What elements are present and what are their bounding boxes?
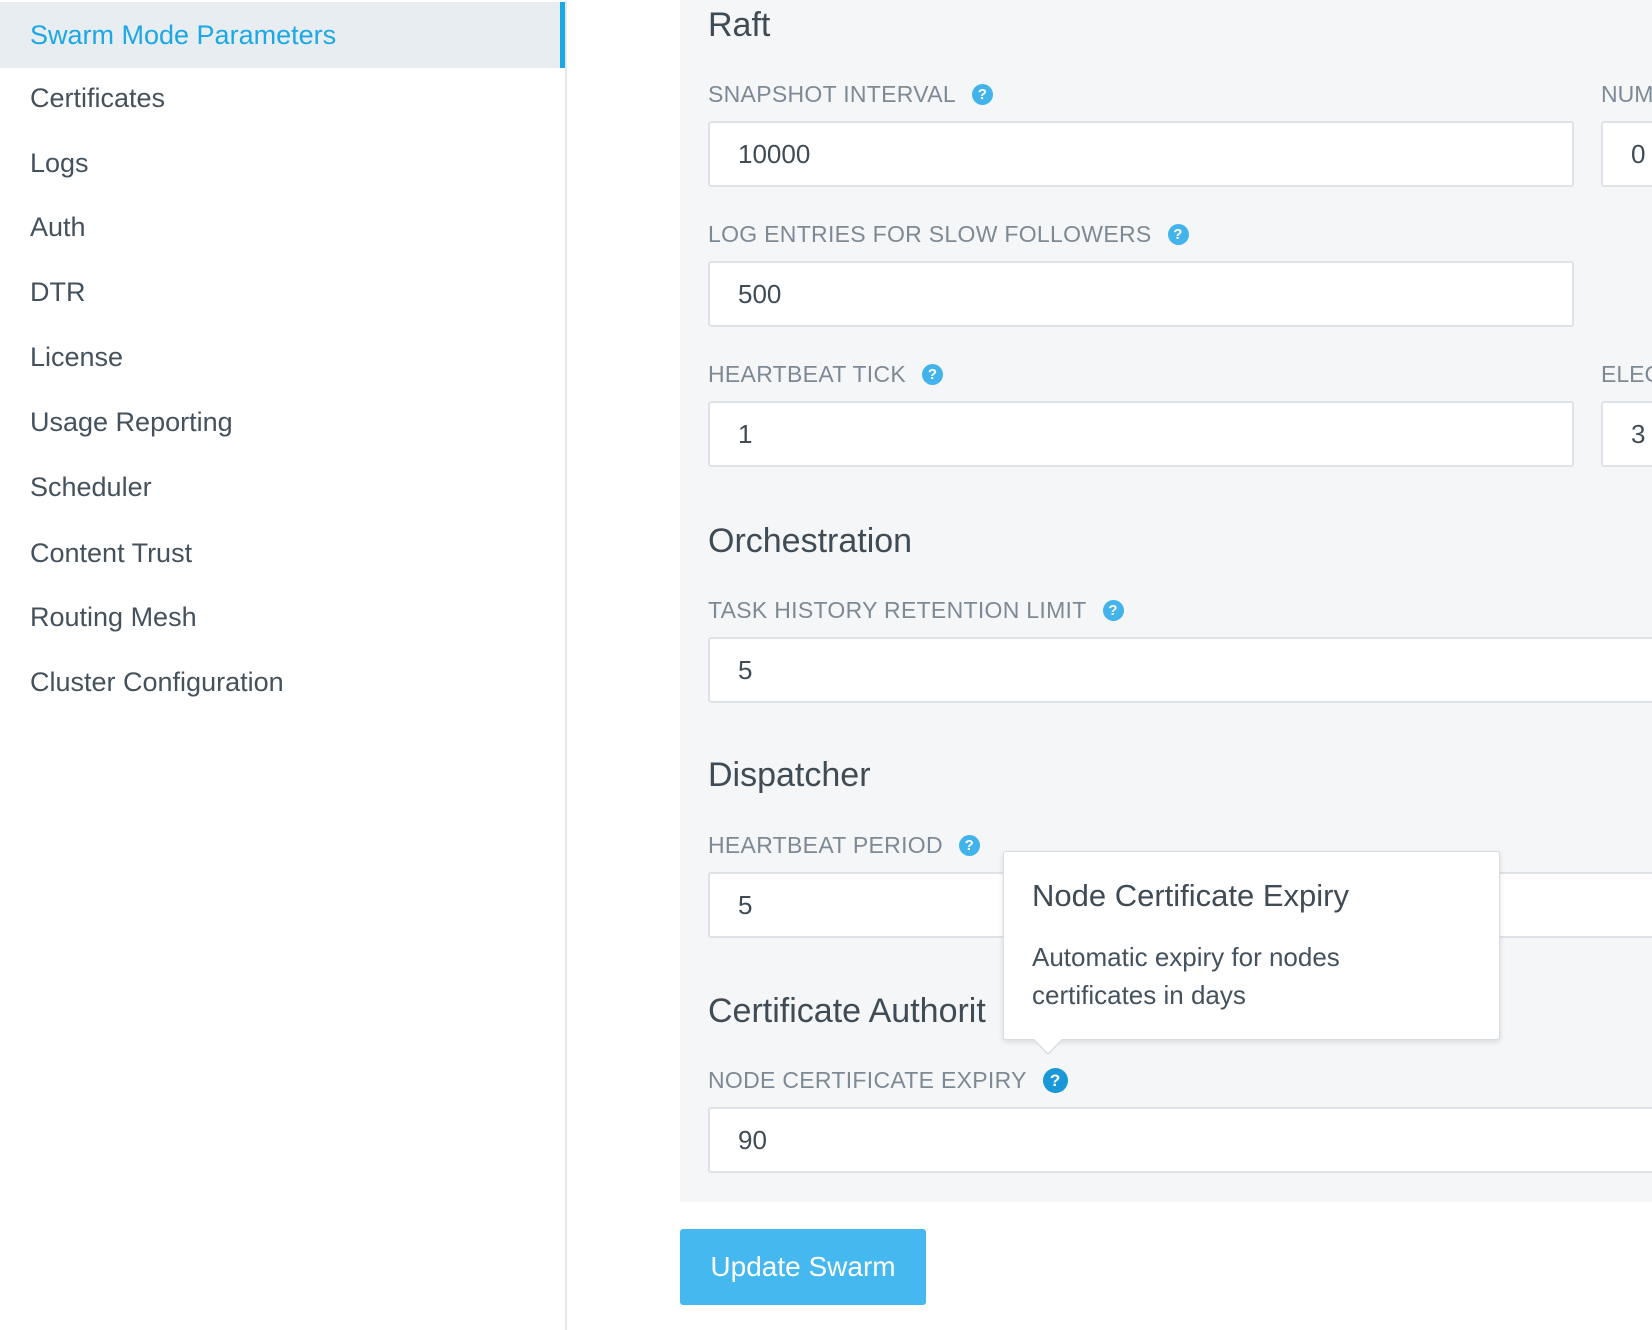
node-cert-expiry-label: NODE CERTIFICATE EXPIRY ? <box>708 1067 1068 1094</box>
help-tooltip: Node Certificate Expiry Automatic expiry… <box>1003 851 1500 1055</box>
sidebar-item-license[interactable]: License <box>0 324 565 390</box>
heartbeat-tick-input[interactable] <box>708 401 1574 467</box>
sidebar-item-usage-reporting[interactable]: Usage Reporting <box>0 389 565 455</box>
task-history-label-text: TASK HISTORY RETENTION LIMIT <box>708 597 1087 623</box>
task-history-input[interactable] <box>708 637 1652 703</box>
heartbeat-tick-label: HEARTBEAT TICK ? <box>708 361 944 388</box>
sidebar-item-dtr[interactable]: DTR <box>0 259 565 325</box>
tooltip-arrow <box>1034 1039 1062 1053</box>
heartbeat-period-label-text: HEARTBEAT PERIOD <box>708 832 943 858</box>
sidebar-item-content-trust[interactable]: Content Trust <box>0 520 565 586</box>
help-icon[interactable]: ? <box>958 835 980 856</box>
num-field-input[interactable] <box>1601 121 1652 187</box>
help-icon[interactable]: ? <box>1167 224 1189 245</box>
sidebar-item-cluster-configuration[interactable]: Cluster Configuration <box>0 649 565 715</box>
task-history-label: TASK HISTORY RETENTION LIMIT ? <box>708 597 1124 624</box>
help-icon[interactable]: ? <box>971 84 993 105</box>
log-entries-label-text: LOG ENTRIES FOR SLOW FOLLOWERS <box>708 221 1152 247</box>
sidebar-item-scheduler[interactable]: Scheduler <box>0 454 565 520</box>
snapshot-interval-label-text: SNAPSHOT INTERVAL <box>708 81 956 107</box>
sidebar-item-swarm-mode-parameters[interactable]: Swarm Mode Parameters <box>0 2 565 68</box>
log-entries-input[interactable] <box>708 261 1574 327</box>
sidebar-item-certificates[interactable]: Certificates <box>0 65 565 131</box>
sidebar-item-auth[interactable]: Auth <box>0 194 565 260</box>
snapshot-interval-label: SNAPSHOT INTERVAL ? <box>708 81 993 108</box>
log-entries-label: LOG ENTRIES FOR SLOW FOLLOWERS ? <box>708 221 1189 248</box>
help-icon[interactable]: ? <box>1102 600 1124 621</box>
node-cert-expiry-input[interactable] <box>708 1107 1652 1173</box>
section-title-raft: Raft <box>708 6 771 44</box>
sidebar-item-routing-mesh[interactable]: Routing Mesh <box>0 584 565 650</box>
snapshot-interval-input[interactable] <box>708 121 1574 187</box>
tooltip-title: Node Certificate Expiry <box>1032 878 1350 913</box>
election-tick-input[interactable] <box>1601 401 1652 467</box>
section-title-dispatcher: Dispatcher <box>708 756 871 794</box>
sidebar-item-logs[interactable]: Logs <box>0 130 565 196</box>
settings-sidebar: Swarm Mode Parameters Certificates Logs … <box>0 0 567 1330</box>
help-icon[interactable]: ? <box>1042 1068 1068 1093</box>
section-title-certificate-authority: Certificate Authorit <box>708 992 986 1030</box>
tooltip-body: Automatic expiry for nodes certificates … <box>1032 942 1340 1010</box>
heartbeat-tick-label-text: HEARTBEAT TICK <box>708 361 907 387</box>
heartbeat-period-label: HEARTBEAT PERIOD ? <box>708 832 980 859</box>
help-icon[interactable]: ? <box>922 364 944 385</box>
update-swarm-button[interactable]: Update Swarm <box>680 1229 926 1305</box>
section-title-orchestration: Orchestration <box>708 522 913 560</box>
node-cert-expiry-label-text: NODE CERTIFICATE EXPIRY <box>708 1067 1027 1093</box>
num-field-label: NUM <box>1601 81 1652 107</box>
election-tick-label: ELEC <box>1601 361 1652 387</box>
